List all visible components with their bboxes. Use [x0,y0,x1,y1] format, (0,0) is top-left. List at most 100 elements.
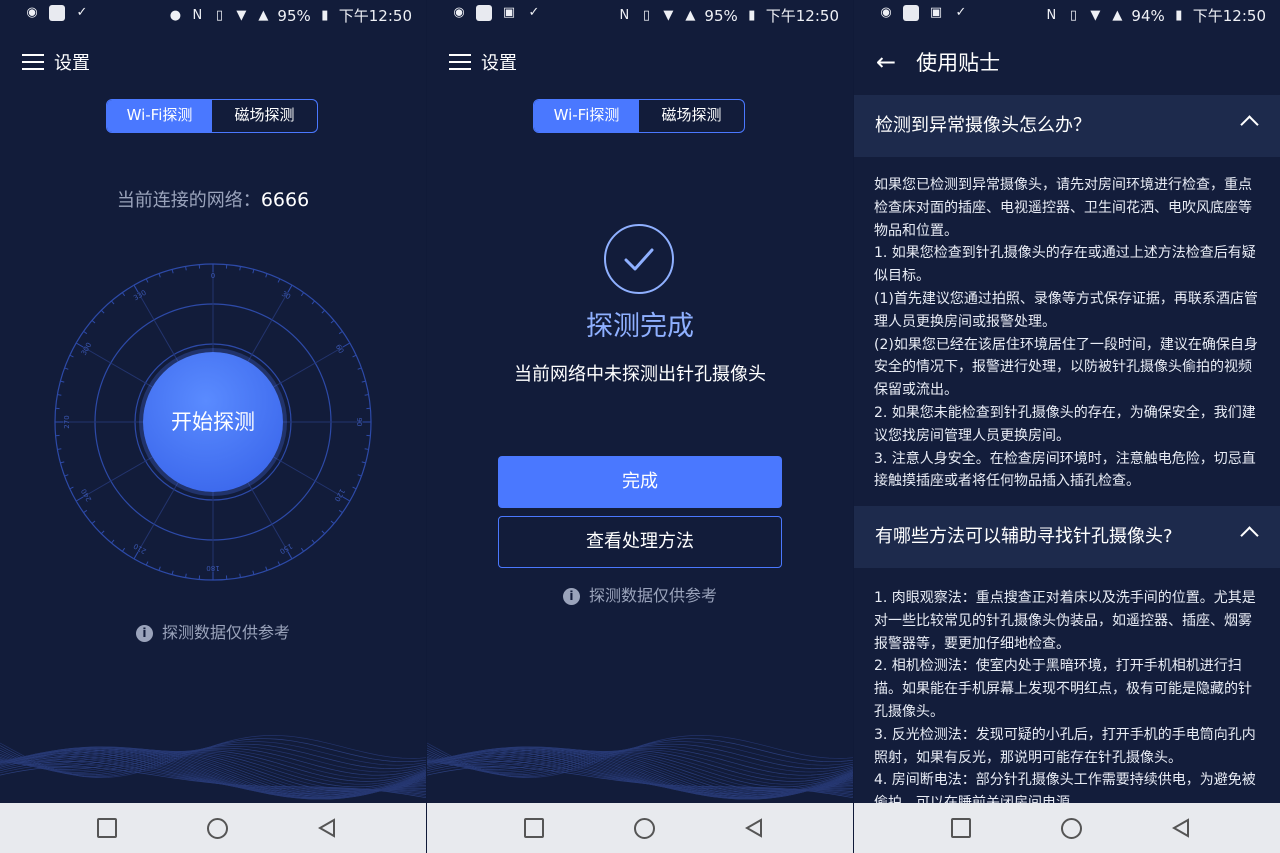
radar-tick [311,300,315,305]
start-detect-button[interactable]: 开始探测 [143,352,283,492]
vibrate-icon: ▯ [215,7,223,23]
radar-tick [69,354,74,358]
triangle-back-icon [745,818,762,838]
detect-mode-tabs: Wi-Fi探测 磁场探测 [106,99,318,133]
faq-paragraph: (1)首先建议您通过拍照、录像等方式保存证据，再联系酒店管理人员更换房间或报警处… [874,290,1258,330]
radar-tick [287,551,293,560]
done-button[interactable]: 完成 [498,456,782,508]
hint-text: 探测数据仅供参考 [588,586,717,605]
menu-icon[interactable] [22,54,44,70]
faq-paragraph: 2. 如果您未能检查到针孔摄像头的存在，为确保安全，我们建议您找房间管理人员更换… [874,404,1256,444]
back-button[interactable] [297,803,357,853]
faq-paragraph: 3. 反光检测法：发现可疑的小孔后，打开手机的手电筒向孔内照射，如果有反光，那说… [874,726,1256,766]
recents-button[interactable] [504,803,564,853]
battery-icon: ▮ [1175,7,1183,23]
header-title: 使用贴士 [916,51,1001,75]
radar-tick [342,342,351,348]
radar-tick [321,530,326,535]
radar-tick [75,342,84,348]
location-icon: ● [169,7,182,23]
tab-wifi-detect[interactable]: Wi-Fi探测 [107,100,212,132]
faq-header-find-methods[interactable]: 有哪些方法可以辅助寻找针孔摄像头? [854,506,1280,568]
home-button[interactable] [1041,803,1101,853]
radar-tick [287,284,293,293]
vibrate-icon: ▯ [1069,7,1077,23]
radar-tick [300,292,305,297]
recents-button[interactable] [931,803,991,853]
radar-tick [57,448,62,450]
radar-tick [145,561,149,566]
faq-paragraph: 2. 相机检测法：使室内处于黑暗环境，打开手机相机进行扫描。如果能在手机屏幕上发… [874,658,1252,720]
radar-tick [252,269,255,274]
result-title: 探测完成 [586,311,694,342]
radar-tick [330,520,335,524]
clock: 下午12:50 [338,7,412,25]
signal-icon: ▲ [685,7,696,23]
header-title[interactable]: 设置 [54,49,90,75]
radar-tick [239,573,241,578]
app-header: ← 使用贴士 [876,42,1000,82]
info-icon: i [562,588,580,605]
wave-decoration [0,735,426,800]
faq-body-find-methods: 1. 肉眼观察法：重点搜查正对着床以及洗手间的位置。尤其是对一些比较常见的针孔摄… [874,587,1262,815]
app-icon [49,5,65,21]
chevron-up-icon[interactable] [1240,115,1259,134]
radar-tick [311,539,315,544]
status-bar: ◉ ▣ ✓ N ▯ ▼ ▲ 94% ▮ 下午12:50 [854,0,1280,30]
radar-tick-label: 300 [80,341,94,357]
faq-paragraph: 1. 肉眼观察法：重点搜查正对着床以及洗手间的位置。尤其是对一些比较常见的针孔摄… [874,590,1256,652]
radar-tick [91,320,96,324]
radar-tick [64,367,69,370]
radar-tick [265,273,268,278]
chevron-up-icon[interactable] [1240,526,1259,545]
screen-detect-result: ◉ ▣ ✓ N ▯ ▼ ▲ 95% ▮ 下午12:50 设置 Wi-Fi探测 磁… [427,0,853,853]
home-button[interactable] [614,803,674,853]
radar-tick [100,530,105,535]
back-button[interactable] [724,803,784,853]
radar-tick-label: 0 [211,272,215,280]
header-title[interactable]: 设置 [481,49,517,75]
square-icon [951,818,971,838]
faq-header-abnormal-camera[interactable]: 检测到异常摄像头怎么办？ [854,95,1280,157]
tab-magnetic-detect[interactable]: 磁场探测 [639,100,744,132]
tab-wifi-detect[interactable]: Wi-Fi探测 [534,100,639,132]
radar-tick [352,486,357,490]
circle-icon [206,817,228,839]
signal-icon: ▲ [258,7,269,23]
radar-tick [330,320,335,324]
tab-magnetic-detect[interactable]: 磁场探测 [212,100,317,132]
home-button[interactable] [187,803,247,853]
back-arrow-icon[interactable]: ← [876,48,896,76]
weibo-icon: ◉ [453,5,465,20]
radar-tick [252,570,255,575]
triangle-back-icon [1172,818,1189,838]
recents-button[interactable] [77,803,137,853]
radar-tick [158,273,161,278]
hint-text: 探测数据仅供参考 [161,623,290,642]
clock: 下午12:50 [765,7,839,25]
screen-wifi-detect: ◉ ✓ ● N ▯ ▼ ▲ 95% ▮ 下午12:50 设置 Wi-Fi探测 磁… [0,0,426,853]
menu-icon[interactable] [449,54,471,70]
vibrate-icon: ▯ [642,7,650,23]
radar-tick [57,394,62,396]
radar-tick [364,394,369,396]
radar-tick [321,309,326,314]
wifi-icon: ▼ [236,7,247,23]
radar-tick [357,367,362,370]
check-circle-icon [604,224,674,294]
radar-tick [133,551,139,560]
faq-paragraph: (2)如果您已经在该居住环境居住了一段时间，建议在确保自身安全的情况下，报警进行… [874,336,1258,399]
wave-line [427,738,853,778]
weibo-icon: ◉ [880,5,892,20]
view-methods-button[interactable]: 查看处理方法 [498,516,782,568]
signal-icon: ▲ [1112,7,1123,23]
radar-tick [361,461,366,464]
battery-icon: ▮ [748,7,756,23]
clock: 下午12:50 [1192,7,1266,25]
nfc-icon: N [619,7,630,23]
faq-body-abnormal-camera: 如果您已检测到异常摄像头，请先对房间环境进行检查，重点检查床对面的插座、电视遥控… [874,174,1262,493]
battery-percent: 95% [277,6,311,25]
radar-tick-label: 30 [280,290,292,301]
radar-tick [158,566,161,571]
back-button[interactable] [1151,803,1211,853]
